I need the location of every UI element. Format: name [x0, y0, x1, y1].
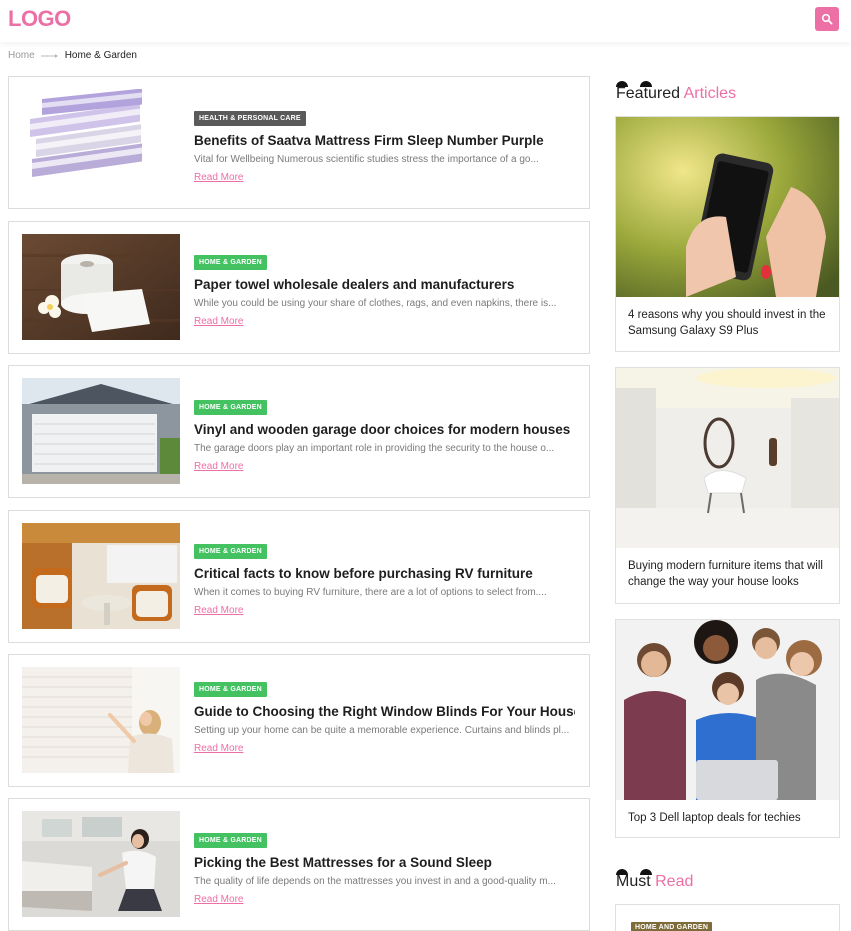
article-card[interactable]: HOME & GARDEN Picking the Best Mattresse…: [8, 798, 590, 931]
search-button[interactable]: [815, 7, 839, 31]
breadcrumb-home-link[interactable]: Home: [8, 50, 35, 61]
article-title[interactable]: Benefits of Saatva Mattress Firm Sleep N…: [194, 133, 575, 148]
must-read-heading: Must Read: [616, 873, 693, 891]
article-title[interactable]: Critical facts to know before purchasing…: [194, 566, 575, 581]
article-card[interactable]: HOME & GARDEN Critical facts to know bef…: [8, 510, 590, 643]
logo[interactable]: LOGO: [8, 6, 71, 32]
article-thumbnail[interactable]: [22, 523, 180, 629]
heading-plain: Must: [616, 873, 651, 890]
article-body: HOME & GARDEN Vinyl and wooden garage do…: [194, 396, 575, 474]
search-icon: [821, 13, 833, 25]
article-card[interactable]: HOME & GARDEN Paper towel wholesale deal…: [8, 221, 590, 354]
featured-articles-heading: Featured Articles: [616, 85, 736, 103]
read-more-link[interactable]: Read More: [194, 743, 243, 754]
article-title[interactable]: Paper towel wholesale dealers and manufa…: [194, 277, 575, 292]
read-more-link[interactable]: Read More: [194, 172, 243, 183]
article-title[interactable]: Vinyl and wooden garage door choices for…: [194, 422, 575, 437]
breadcrumb-arrow-icon: [40, 53, 59, 59]
article-card[interactable]: HOME & GARDEN Vinyl and wooden garage do…: [8, 365, 590, 498]
article-excerpt: The quality of life depends on the mattr…: [194, 876, 556, 887]
category-badge[interactable]: HOME & GARDEN: [194, 682, 267, 697]
article-thumbnail[interactable]: [22, 667, 180, 773]
read-more-link[interactable]: Read More: [194, 605, 243, 616]
breadcrumb: Home Home & Garden: [8, 50, 137, 61]
site-header: LOGO: [0, 0, 851, 42]
category-badge[interactable]: HOME & GARDEN: [194, 833, 267, 848]
article-card[interactable]: HOME & GARDEN Guide to Choosing the Righ…: [8, 654, 590, 787]
article-thumbnail[interactable]: [22, 234, 180, 340]
category-badge[interactable]: HEALTH & PERSONAL CARE: [194, 111, 306, 126]
heading-plain: Featured: [616, 85, 681, 102]
article-body: HEALTH & PERSONAL CARE Benefits of Saatv…: [194, 107, 575, 185]
featured-card[interactable]: 4 reasons why you should invest in the S…: [615, 116, 840, 352]
breadcrumb-current: Home & Garden: [64, 50, 137, 61]
article-thumbnail[interactable]: [22, 89, 180, 195]
article-body: HOME & GARDEN Critical facts to know bef…: [194, 540, 575, 618]
featured-caption[interactable]: Top 3 Dell laptop deals for techies: [616, 800, 839, 836]
article-body: HOME & GARDEN Picking the Best Mattresse…: [194, 829, 575, 907]
read-more-link[interactable]: Read More: [194, 316, 243, 327]
article-excerpt: Vital for Wellbeing Numerous scientific …: [194, 154, 539, 165]
article-card[interactable]: HEALTH & PERSONAL CARE Benefits of Saatv…: [8, 76, 590, 209]
category-badge[interactable]: HOME AND GARDEN: [631, 922, 713, 931]
category-badge[interactable]: HOME & GARDEN: [194, 400, 267, 415]
article-body: HOME & GARDEN Paper towel wholesale deal…: [194, 251, 575, 329]
category-badge[interactable]: HOME & GARDEN: [194, 544, 267, 559]
featured-caption[interactable]: Buying modern furniture items that will …: [616, 548, 839, 600]
category-badge[interactable]: HOME & GARDEN: [194, 255, 267, 270]
article-thumbnail[interactable]: [22, 811, 180, 917]
article-excerpt: Setting up your home can be quite a memo…: [194, 725, 570, 736]
article-title[interactable]: Picking the Best Mattresses for a Sound …: [194, 855, 575, 870]
featured-image[interactable]: [616, 117, 839, 297]
heading-accent: Articles: [683, 85, 737, 102]
article-excerpt: The garage doors play an important role …: [194, 443, 555, 454]
article-body: HOME & GARDEN Guide to Choosing the Righ…: [194, 678, 575, 756]
article-thumbnail[interactable]: [22, 378, 180, 484]
featured-card[interactable]: Top 3 Dell laptop deals for techies: [615, 619, 840, 838]
read-more-link[interactable]: Read More: [194, 894, 243, 905]
read-more-link[interactable]: Read More: [194, 461, 243, 472]
heading-accent: Read: [655, 873, 694, 890]
featured-image[interactable]: [616, 368, 839, 548]
article-excerpt: While you could be using your share of c…: [194, 298, 557, 309]
featured-card[interactable]: Buying modern furniture items that will …: [615, 367, 840, 604]
article-title[interactable]: Guide to Choosing the Right Window Blind…: [194, 704, 575, 719]
featured-image[interactable]: [616, 620, 839, 800]
must-read-card[interactable]: HOME AND GARDEN: [615, 904, 840, 931]
article-excerpt: When it comes to buying RV furniture, th…: [194, 587, 547, 598]
featured-caption[interactable]: 4 reasons why you should invest in the S…: [616, 297, 839, 349]
